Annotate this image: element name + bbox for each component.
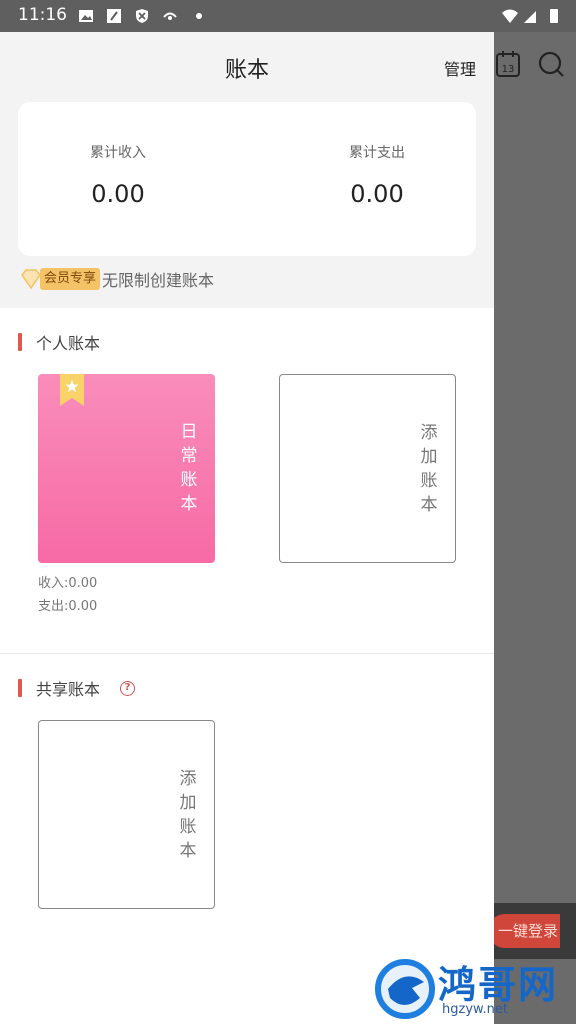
image-notification-icon [79, 10, 93, 22]
income-value: 0.00 [91, 180, 145, 208]
add-personal-book-button[interactable]: 添加账本 [279, 374, 456, 563]
add-book-label: 添加账本 [420, 423, 438, 515]
book-name: 日常账本 [180, 422, 198, 514]
star-ribbon-icon [60, 374, 84, 406]
edit-notification-icon [107, 9, 121, 23]
search-icon[interactable] [537, 50, 565, 78]
sync-notification-icon [163, 12, 177, 20]
calendar-icon[interactable]: 13 [495, 50, 521, 78]
shield-notification-icon [136, 9, 148, 23]
status-bar: 11:16 [0, 0, 576, 32]
watermark-logo-icon [375, 959, 435, 1019]
section-accent-bar [18, 333, 22, 351]
manage-button[interactable]: 管理 [444, 56, 476, 80]
add-shared-book-button[interactable]: 添加账本 [38, 720, 215, 909]
vip-text: 无限制创建账本 [102, 271, 215, 290]
status-time: 11:16 [18, 5, 67, 25]
help-icon[interactable]: ? [120, 680, 136, 696]
svg-text:13: 13 [502, 64, 515, 75]
signal-icon [524, 11, 536, 23]
more-notifications-dot [196, 13, 202, 19]
expense-value: 0.00 [350, 180, 404, 208]
add-book-label: 添加账本 [179, 769, 197, 861]
section-divider [0, 653, 494, 654]
watermark: 鸿哥网 hgzyw.net [374, 954, 576, 1024]
personal-books-title: 个人账本 [36, 334, 101, 353]
battery-icon [550, 9, 558, 23]
personal-books-header: 个人账本 [18, 330, 100, 354]
account-book-drawer: 账本 管理 累计收入 0.00 累计支出 0.00 会员专享 无限制创建账本 个… [0, 32, 494, 1024]
one-click-login-button[interactable]: 一键登录 [488, 914, 560, 948]
watermark-brand: 鸿哥网 [438, 963, 559, 1007]
book-expense: 支出:0.00 [38, 599, 98, 614]
book-card-daily[interactable]: 日常账本 [38, 374, 215, 563]
watermark-url: hgzyw.net [442, 1002, 508, 1017]
vip-promo[interactable]: 会员专享 无限制创建账本 [18, 266, 214, 292]
summary-card: 累计收入 0.00 累计支出 0.00 [18, 102, 476, 256]
section-accent-bar [18, 679, 22, 697]
expense-label: 累计支出 [349, 145, 405, 161]
shared-books-header: 共享账本 ? [18, 676, 136, 700]
vip-badge: 会员专享 [40, 268, 101, 290]
shared-books-title: 共享账本 [36, 680, 101, 699]
book-income: 收入:0.00 [38, 576, 98, 591]
wifi-icon [502, 9, 518, 23]
income-label: 累计收入 [90, 145, 146, 161]
page-title: 账本 [224, 58, 269, 83]
